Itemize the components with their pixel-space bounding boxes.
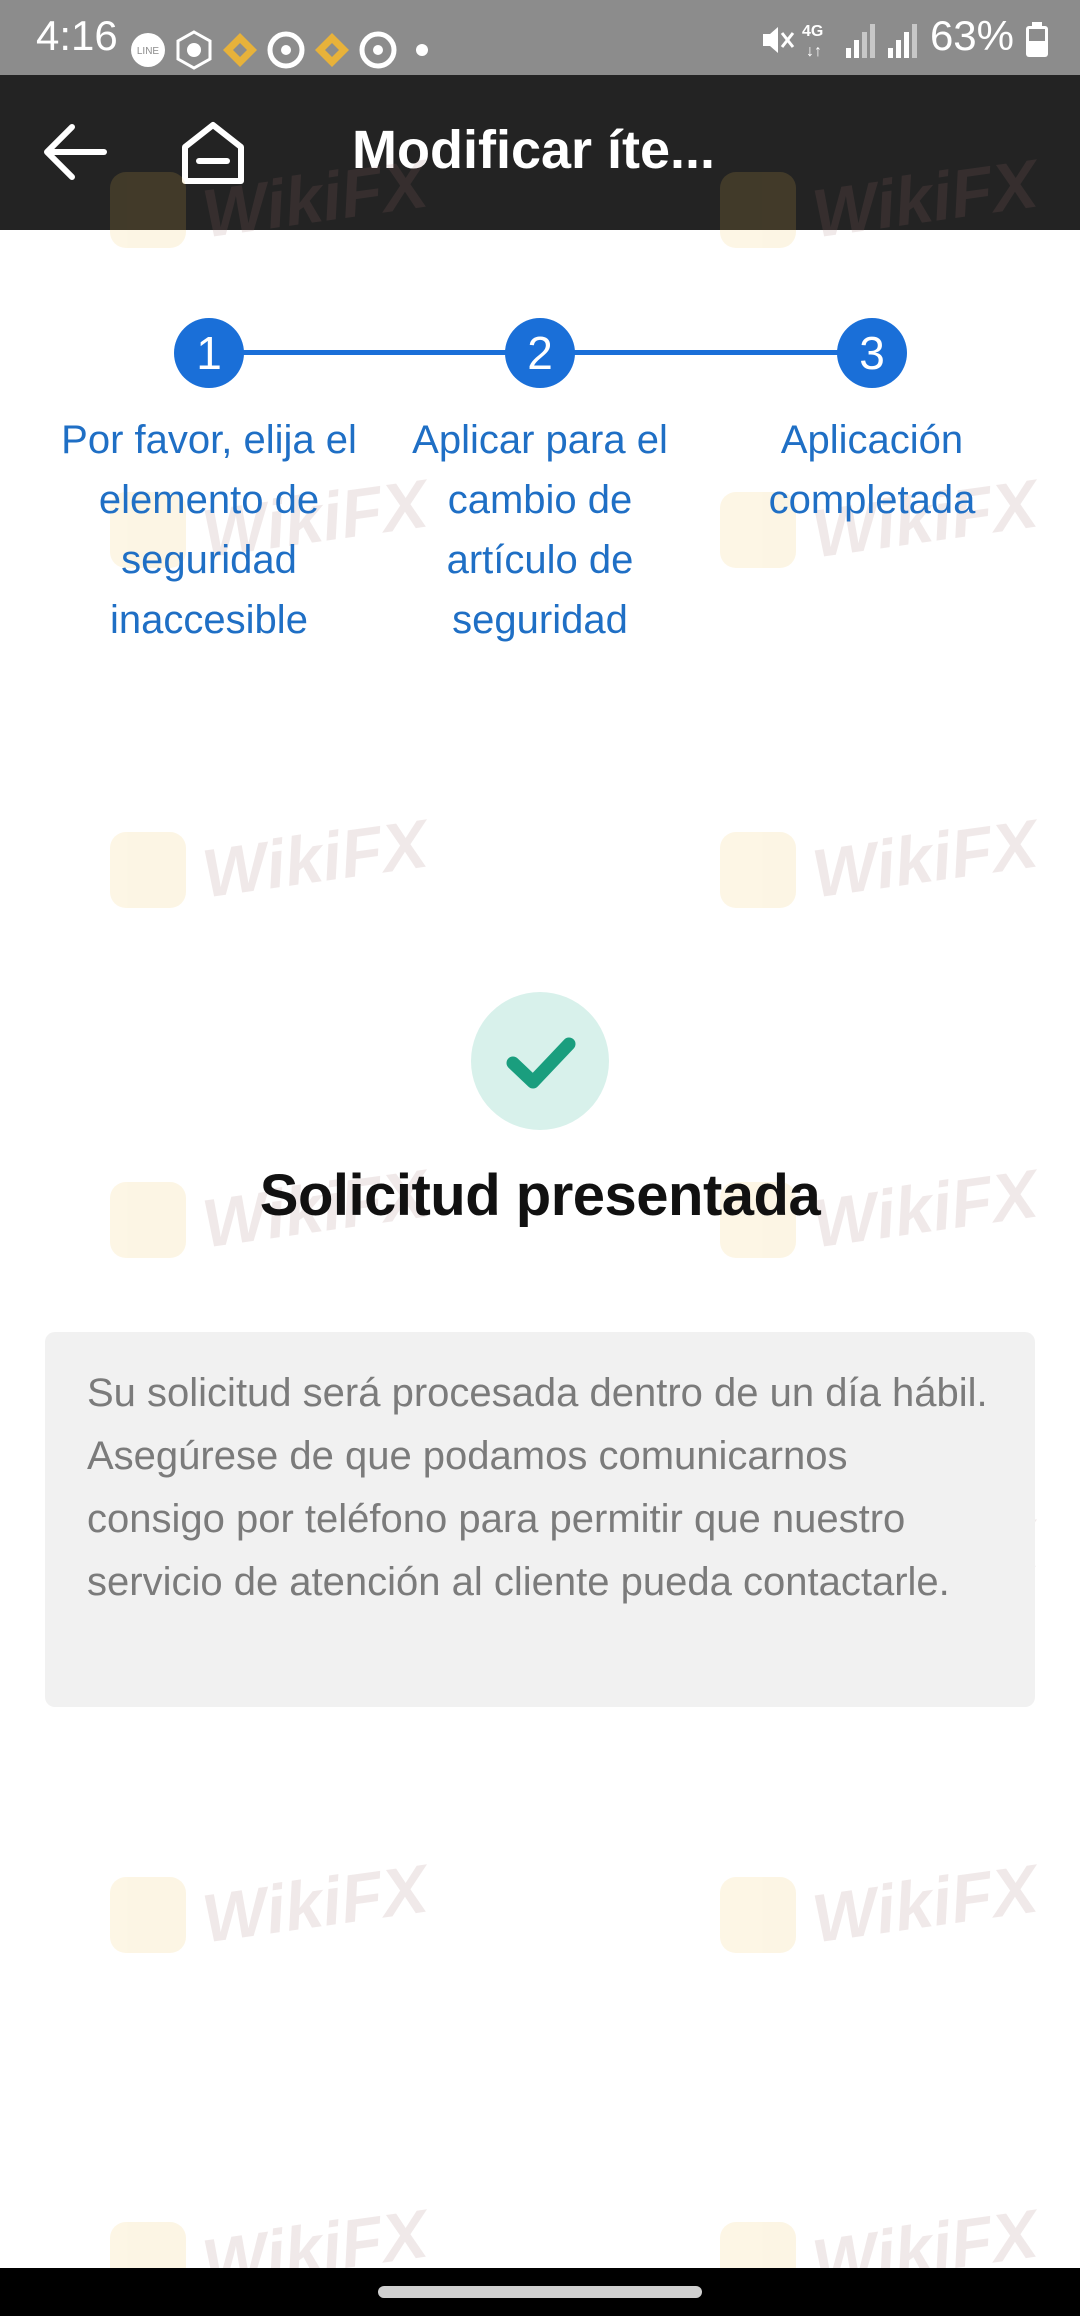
info-message-text: Su solicitud será procesada dentro de un…	[87, 1371, 988, 1604]
watermark-logo-icon	[720, 1877, 796, 1953]
status-bar: 4:16 LINE 4G ↓↑ 63%	[0, 0, 1080, 75]
battery-percentage: 63%	[929, 12, 1014, 59]
line-icon: LINE	[131, 33, 165, 67]
dot-icon	[416, 44, 428, 56]
svg-text:LINE: LINE	[137, 46, 160, 57]
binance-icon	[223, 33, 257, 67]
app-bar: Modificar íte...	[0, 75, 1080, 230]
signal-icon	[888, 24, 917, 58]
signal-icon	[846, 24, 875, 58]
home-gesture-handle[interactable]	[378, 2286, 702, 2298]
checkmark-icon	[506, 1037, 576, 1089]
4g-icon: 4G ↓↑	[802, 23, 823, 60]
arrow-left-icon	[44, 124, 107, 180]
success-badge	[471, 992, 609, 1130]
step-1-label: Por favor, elija el elemento de segurida…	[61, 418, 357, 642]
step-2-indicator: 2	[505, 318, 575, 388]
status-time: 4:16	[36, 12, 118, 59]
watermark: WikiFX	[110, 1851, 440, 1965]
step-connector	[208, 350, 507, 355]
circle-icon	[267, 31, 305, 69]
mute-icon	[763, 27, 795, 53]
system-icons: 4G ↓↑ 63%	[760, 12, 1050, 62]
svg-text:4G: 4G	[802, 23, 823, 40]
step-2-label: Aplicar para el cambio de artículo de se…	[412, 418, 668, 642]
step-connector	[573, 350, 872, 355]
binance-icon	[315, 33, 349, 67]
watermark: WikiFX	[110, 806, 440, 920]
watermark-logo-icon	[720, 832, 796, 908]
back-button[interactable]	[38, 119, 114, 185]
watermark-logo-icon	[110, 1877, 186, 1953]
watermark: WikiFX	[720, 806, 1050, 920]
home-icon	[182, 122, 244, 184]
step-3-indicator: 3	[837, 318, 907, 388]
battery-icon	[1026, 22, 1048, 57]
crypto-icon	[176, 30, 212, 70]
home-button[interactable]	[175, 117, 251, 187]
circle-icon	[359, 31, 397, 69]
step-3-label: Aplicación completada	[768, 418, 976, 522]
step-1-indicator: 1	[174, 318, 244, 388]
info-message-box: Su solicitud será procesada dentro de un…	[45, 1332, 1035, 1707]
navigation-bar	[0, 2268, 1080, 2316]
page-title: Modificar íte...	[352, 120, 716, 180]
progress-stepper: 1 2 3 Por favor, elija el elemento de se…	[0, 318, 1080, 658]
svg-text:↓↑: ↓↑	[806, 43, 822, 60]
watermark: WikiFX	[720, 1851, 1050, 1965]
result-title: Solicitud presentada	[259, 1163, 821, 1228]
watermark-logo-icon	[110, 832, 186, 908]
